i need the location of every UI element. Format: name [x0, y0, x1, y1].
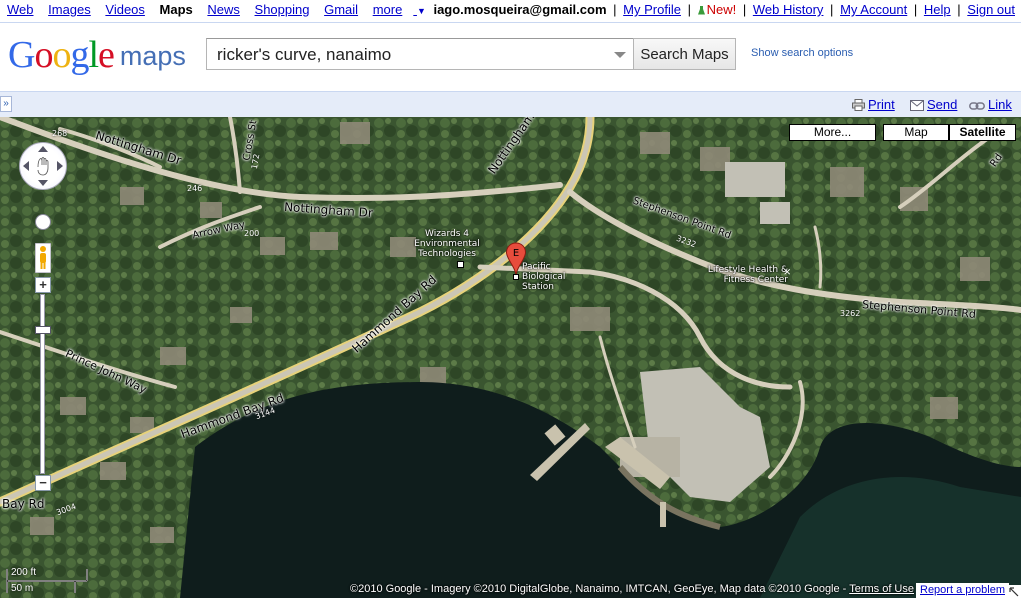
link-news[interactable]: News: [207, 2, 240, 17]
map-toolbar: » Print Send Link: [0, 91, 1021, 117]
pan-control[interactable]: [19, 142, 67, 190]
send-button[interactable]: Send: [910, 97, 957, 112]
send-label: Send: [927, 97, 958, 112]
link-videos[interactable]: Videos: [105, 2, 145, 17]
link-maps-current: Maps: [159, 2, 193, 17]
logo-google: Google: [8, 34, 115, 76]
service-links: Web Images Videos Maps News Shopping Gma…: [7, 2, 448, 17]
map-canvas[interactable]: Nottingham Dr Nottingham Dr Nottingham D…: [0, 117, 1021, 598]
separator: |: [957, 2, 961, 17]
zoom-extent-button[interactable]: [35, 214, 51, 230]
map-marker-icon[interactable]: E: [505, 242, 527, 277]
poi-lifestyle-health-label[interactable]: Lifestyle Health & Fitness Center: [706, 265, 788, 285]
divider: [0, 22, 1021, 23]
link-gmail[interactable]: Gmail: [324, 2, 358, 17]
marker-letter: E: [513, 248, 519, 259]
resize-corner-icon[interactable]: [1007, 585, 1021, 598]
show-search-options-link[interactable]: Show search options: [751, 47, 853, 59]
more-layers-button[interactable]: More...: [789, 124, 876, 141]
link-web[interactable]: Web: [7, 2, 34, 17]
map-type-map-button[interactable]: Map: [883, 124, 949, 141]
chain-link-icon: [969, 102, 985, 110]
road-number: 246: [187, 184, 203, 193]
zoom-slider-handle[interactable]: [35, 326, 51, 334]
separator: |: [613, 2, 617, 17]
link-button[interactable]: Link: [969, 97, 1012, 112]
zoom-in-button[interactable]: +: [35, 277, 51, 293]
road-number: 200: [244, 229, 260, 238]
google-maps-logo[interactable]: Google maps: [8, 33, 186, 76]
flask-icon: [697, 6, 705, 15]
print-label: Print: [868, 97, 895, 112]
dumbbell-icon[interactable]: ⨯: [783, 267, 791, 278]
scale-imperial: 200 ft: [11, 567, 37, 578]
marker-anchor: [513, 274, 519, 280]
more-label: more: [372, 2, 403, 17]
chevron-down-icon: ▼: [416, 6, 426, 16]
new-badge: New!: [706, 2, 737, 17]
search-maps-button[interactable]: Search Maps: [633, 38, 736, 70]
logo-maps: maps: [119, 41, 186, 71]
poi-pacific-biological-station-label[interactable]: Pacific Biological Station: [522, 262, 582, 292]
envelope-icon: [910, 100, 924, 111]
dropdown-arrow-icon[interactable]: [614, 52, 626, 58]
scale-metric: 50 m: [11, 583, 34, 594]
link-label: Link: [988, 97, 1012, 112]
printer-icon: [852, 99, 865, 111]
pan-arrows-icon: [23, 146, 63, 186]
separator: |: [687, 2, 691, 17]
link-shopping[interactable]: Shopping: [255, 2, 310, 17]
map-type-satellite-button[interactable]: Satellite: [949, 124, 1016, 141]
account-links: iago.mosqueira@gmail.com | My Profile | …: [433, 2, 1015, 17]
zoom-slider-track[interactable]: [40, 294, 45, 474]
collapse-panel-button[interactable]: »: [0, 96, 12, 112]
pegman-icon[interactable]: [35, 243, 51, 273]
street-label: Bay Rd: [2, 497, 45, 511]
search-input[interactable]: [215, 44, 609, 66]
satellite-imagery: [0, 117, 1021, 598]
link-web-history[interactable]: Web History: [753, 2, 824, 17]
link-my-profile[interactable]: My Profile: [623, 2, 681, 17]
copyright-text: ©2010 Google - Imagery ©2010 DigitalGlob…: [350, 583, 850, 595]
terms-of-use-link[interactable]: Terms of Use: [849, 583, 914, 595]
road-number: 3262: [840, 309, 861, 318]
report-problem-link[interactable]: Report a problem: [916, 583, 1009, 598]
separator: |: [742, 2, 747, 17]
link-my-account[interactable]: My Account: [840, 2, 907, 17]
separator: |: [830, 2, 834, 17]
search-box[interactable]: [206, 38, 634, 70]
link-sign-out[interactable]: Sign out: [967, 2, 1015, 17]
print-button[interactable]: Print: [852, 97, 895, 112]
zoom-out-button[interactable]: −: [35, 475, 51, 491]
link-more[interactable]: more ▼: [373, 2, 437, 17]
user-email: iago.mosqueira@gmail.com: [433, 2, 607, 17]
scale-bar: 200 ft 50 m: [5, 567, 89, 597]
link-help[interactable]: Help: [924, 2, 951, 17]
poi-wizards-label[interactable]: Wizards 4 Environmental Technologies: [412, 229, 482, 259]
link-images[interactable]: Images: [48, 2, 91, 17]
google-bar: Web Images Videos Maps News Shopping Gma…: [0, 0, 1021, 20]
separator: |: [913, 2, 918, 17]
poi-dot-icon[interactable]: [457, 261, 464, 268]
copyright-notice: ©2010 Google - Imagery ©2010 DigitalGlob…: [350, 583, 914, 595]
road-number: 268: [52, 129, 68, 138]
